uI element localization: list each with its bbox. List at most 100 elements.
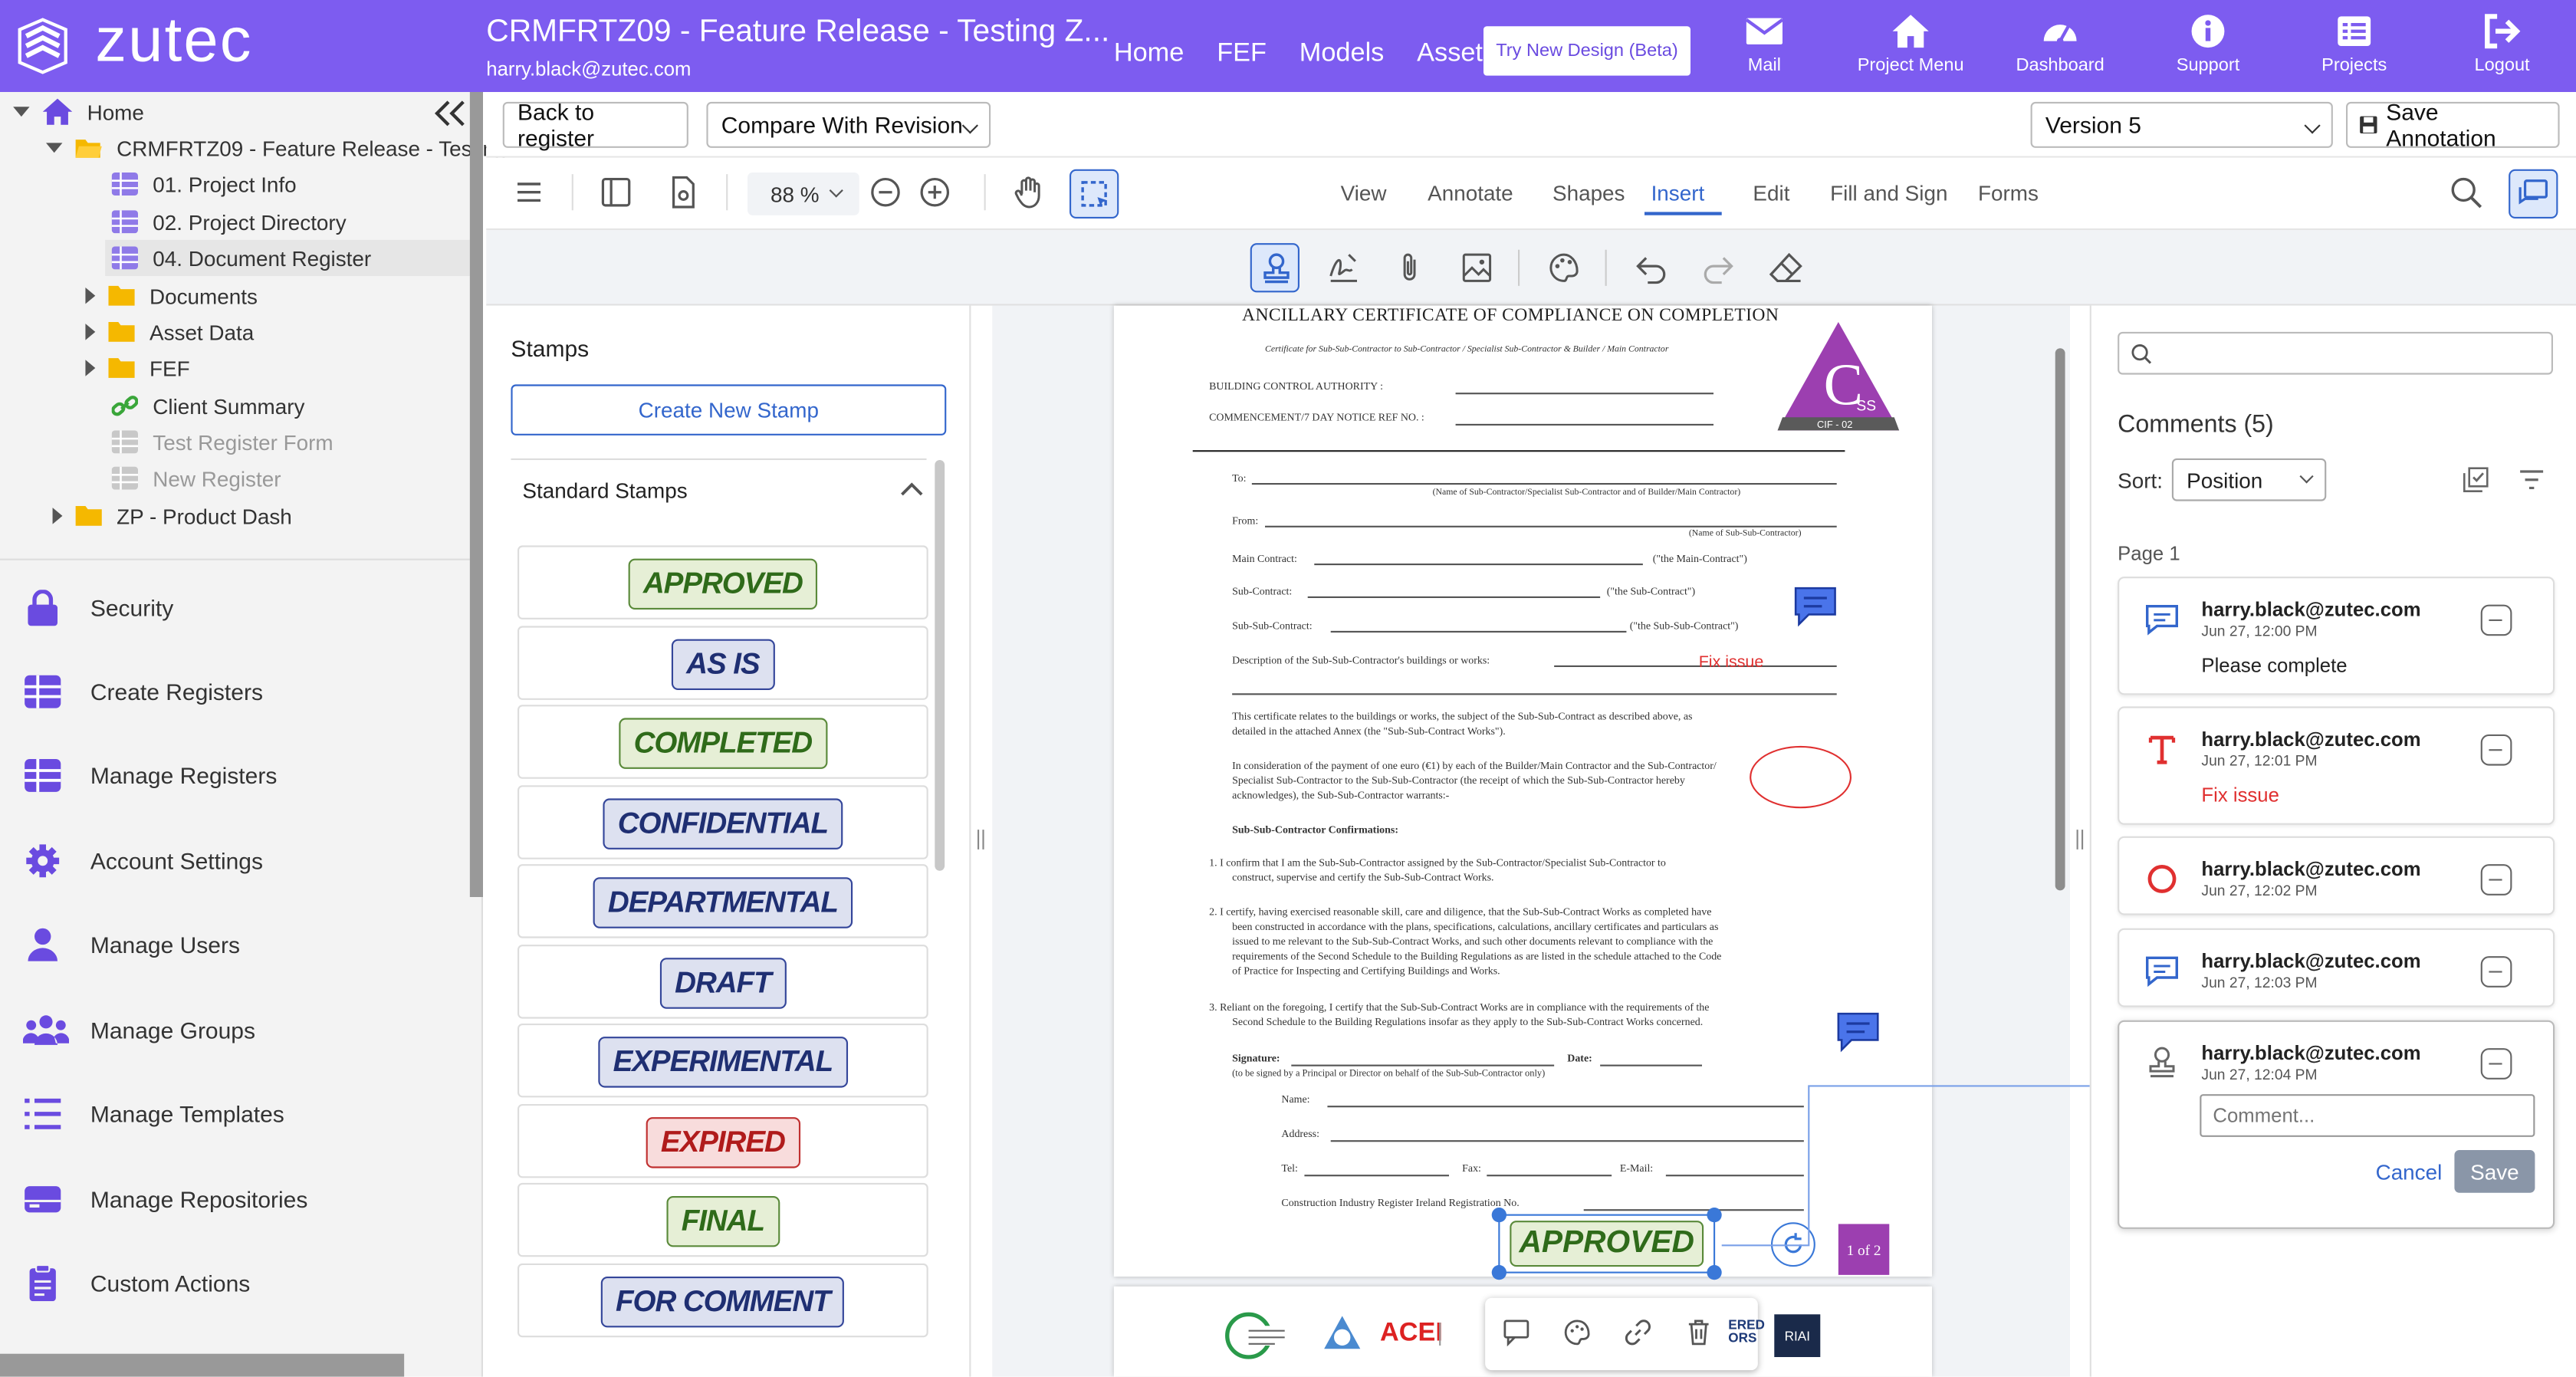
caret-right-icon[interactable] — [85, 288, 96, 304]
comment-annotation-icon[interactable] — [1792, 583, 1838, 629]
sidebar-horizontal-scrollbar[interactable] — [0, 1353, 405, 1377]
menu-security[interactable]: Security — [0, 575, 470, 641]
nav-home[interactable]: Home — [1114, 39, 1184, 69]
projects-button[interactable]: Projects — [2288, 13, 2420, 76]
panel-resize-handle[interactable] — [2076, 830, 2084, 850]
comment-annotation-icon[interactable] — [1835, 1009, 1881, 1055]
signature-icon[interactable] — [1326, 250, 1362, 286]
undo-icon[interactable] — [1633, 250, 1669, 286]
attachment-icon[interactable] — [1392, 250, 1428, 286]
tree-zp-product-dash[interactable]: ZP - Product Dash — [52, 498, 292, 534]
tree-project[interactable]: CRMFRTZ09 - Feature Release - Testing Z — [46, 130, 525, 166]
comment-card[interactable]: harry.black@zutec.com Jun 27, 12:03 PM — [2118, 928, 2555, 1007]
sort-select[interactable]: Position — [2171, 458, 2327, 501]
save-comment-button[interactable]: Save — [2454, 1150, 2535, 1193]
panel-toggle-icon[interactable] — [598, 174, 634, 210]
menu-manage-groups[interactable]: Manage Groups — [0, 997, 470, 1063]
stamp-item[interactable]: DRAFT — [518, 944, 928, 1018]
link-icon[interactable] — [1623, 1318, 1653, 1348]
stamp-item[interactable]: DEPARTMENTAL — [518, 864, 928, 938]
standard-stamps-header[interactable]: Standard Stamps — [511, 458, 927, 521]
collapse-comment-icon[interactable] — [2480, 604, 2512, 636]
tree-project-info[interactable]: 01. Project Info — [111, 166, 297, 202]
document-scrollbar[interactable] — [2055, 348, 2065, 891]
tree-new-register[interactable]: New Register — [111, 460, 281, 496]
tab-insert[interactable]: Insert — [1651, 181, 1705, 205]
nav-models[interactable]: Models — [1300, 39, 1385, 69]
resize-handle[interactable] — [1491, 1265, 1506, 1280]
stamps-scrollbar[interactable] — [935, 460, 945, 871]
eraser-icon[interactable] — [1768, 250, 1804, 286]
document-page-2[interactable]: ACEI ERED ORS RIAI — [1113, 1286, 1932, 1377]
stamp-item[interactable]: FINAL — [518, 1182, 928, 1257]
compare-revision-select[interactable]: Compare With Revision — [706, 101, 991, 148]
collapse-comment-icon[interactable] — [2480, 734, 2512, 766]
comment-icon[interactable] — [1502, 1318, 1532, 1348]
stamp-item[interactable]: COMPLETED — [518, 705, 928, 779]
color-palette-icon[interactable] — [1546, 250, 1582, 286]
menu-manage-repositories[interactable]: Manage Repositories — [0, 1166, 470, 1232]
collapse-comment-icon[interactable] — [2480, 956, 2512, 988]
comments-search-input[interactable] — [2118, 331, 2553, 375]
resize-handle[interactable] — [1707, 1265, 1722, 1280]
zoom-in-icon[interactable] — [917, 174, 953, 210]
stamp-item[interactable]: EXPERIMENTAL — [518, 1024, 928, 1098]
color-palette-icon[interactable] — [1562, 1318, 1592, 1348]
try-new-design-button[interactable]: Try New Design (Beta) — [1483, 26, 1691, 76]
stamp-tool-button[interactable] — [1250, 243, 1300, 293]
caret-right-icon[interactable] — [85, 360, 96, 376]
tree-project-directory[interactable]: 02. Project Directory — [111, 204, 347, 240]
placed-stamp-selection[interactable]: APPROVED — [1491, 1208, 1722, 1280]
tree-home[interactable]: Home — [13, 94, 144, 130]
zutec-logo-icon[interactable] — [13, 16, 72, 75]
multi-select-icon[interactable] — [2463, 467, 2489, 493]
select-tool-button[interactable] — [1070, 169, 1119, 219]
comment-card-selected[interactable]: harry.black@zutec.com Jun 27, 12:04 PM C… — [2118, 1020, 2555, 1229]
search-icon[interactable] — [2448, 174, 2484, 210]
comments-panel-toggle[interactable] — [2509, 169, 2558, 219]
filter-icon[interactable] — [2518, 467, 2545, 493]
pan-hand-icon[interactable] — [1010, 174, 1046, 210]
sidebar-scrollbar[interactable] — [469, 92, 483, 897]
nav-fef[interactable]: FEF — [1217, 39, 1267, 69]
collapse-comment-icon[interactable] — [2480, 864, 2512, 896]
stamp-item[interactable]: FOR COMMENT — [518, 1262, 928, 1337]
stamp-item[interactable]: EXPIRED — [518, 1103, 928, 1178]
comment-reply-input[interactable] — [2200, 1094, 2535, 1137]
tab-annotate[interactable]: Annotate — [1428, 181, 1513, 205]
tree-documents[interactable]: Documents — [85, 278, 258, 314]
menu-icon[interactable] — [511, 174, 547, 210]
tab-fill-and-sign[interactable]: Fill and Sign — [1830, 181, 1947, 205]
stamp-item[interactable]: APPROVED — [518, 545, 928, 619]
collapse-comment-icon[interactable] — [2480, 1048, 2512, 1080]
chevron-up-icon[interactable] — [900, 481, 923, 498]
menu-create-registers[interactable]: Create Registers — [0, 659, 470, 725]
menu-manage-users[interactable]: Manage Users — [0, 912, 470, 978]
menu-custom-actions[interactable]: Custom Actions — [0, 1250, 470, 1316]
panel-resize-handle[interactable] — [978, 830, 984, 850]
caret-down-icon[interactable] — [46, 143, 63, 153]
comment-card[interactable]: harry.black@zutec.com Jun 27, 12:02 PM — [2118, 836, 2555, 915]
menu-manage-registers[interactable]: Manage Registers — [0, 743, 470, 809]
support-button[interactable]: Support — [2142, 13, 2273, 76]
image-icon[interactable] — [1459, 250, 1495, 286]
cancel-comment-button[interactable]: Cancel — [2376, 1160, 2443, 1185]
stamp-item[interactable]: CONFIDENTIAL — [518, 784, 928, 859]
mail-button[interactable]: Mail — [1699, 13, 1830, 76]
logout-button[interactable]: Logout — [2436, 13, 2568, 76]
dashboard-button[interactable]: Dashboard — [1994, 13, 2125, 76]
comment-card[interactable]: harry.black@zutec.com Jun 27, 12:00 PM P… — [2118, 577, 2555, 695]
zoom-select[interactable]: 88 % — [747, 173, 859, 215]
caret-right-icon[interactable] — [85, 324, 96, 340]
version-select[interactable]: Version 5 — [2030, 101, 2333, 148]
back-to-register-button[interactable]: Back to register — [502, 99, 688, 151]
tree-fef[interactable]: FEF — [85, 350, 190, 386]
comment-card[interactable]: harry.black@zutec.com Jun 27, 12:01 PM F… — [2118, 706, 2555, 825]
stamp-item[interactable]: AS IS — [518, 625, 928, 699]
collapse-sidebar-icon[interactable] — [432, 99, 468, 129]
zoom-out-icon[interactable] — [867, 174, 903, 210]
project-menu-button[interactable]: Project Menu — [1845, 13, 1976, 76]
tree-test-register-form[interactable]: Test Register Form — [111, 424, 334, 460]
tab-view[interactable]: View — [1341, 181, 1387, 205]
doc-fix-issue-annotation[interactable]: Fix issue — [1699, 654, 1764, 672]
